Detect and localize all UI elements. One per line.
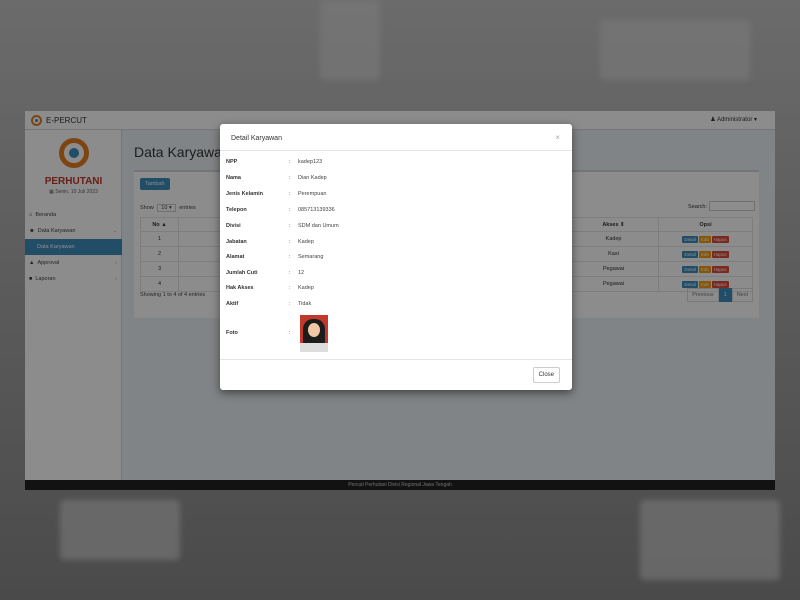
detail-value: Kadep [298, 239, 314, 245]
detail-key: Divisi [226, 223, 241, 229]
background-blob [600, 20, 750, 80]
detail-colon: : [289, 254, 291, 260]
detail-colon: : [289, 207, 291, 213]
modal-footer: Close [220, 359, 572, 390]
detail-value: SDM dan Umum [298, 223, 339, 229]
detail-colon: : [289, 285, 291, 291]
photo-body-shape [300, 343, 328, 352]
detail-row: Telepon: 085713139336 [226, 204, 556, 216]
detail-colon: : [289, 159, 291, 165]
close-button[interactable]: Close [532, 367, 560, 383]
detail-key: Telepon [226, 207, 247, 213]
detail-value: Semarang [298, 254, 324, 260]
detail-key: Jumlah Cuti [226, 270, 258, 276]
detail-colon: : [289, 223, 291, 229]
detail-colon: : [289, 175, 291, 181]
detail-key: NPP [226, 159, 238, 165]
detail-row: Alamat: Semarang [226, 251, 556, 263]
detail-value: 085713139336 [298, 207, 335, 213]
detail-row: Jenis Kelamin: Perempuan [226, 188, 556, 200]
detail-key: Alamat [226, 254, 245, 260]
detail-row: Hak Akses: Kadep [226, 282, 556, 294]
background-blob [640, 500, 780, 580]
photo-face-shape [308, 323, 320, 337]
detail-key: Aktif [226, 301, 239, 307]
detail-karyawan-modal: Detail Karyawan × NPP: kadep123 Nama: Dian … [220, 124, 572, 390]
detail-key: Foto [226, 330, 238, 336]
detail-colon: : [289, 270, 291, 276]
detail-colon: : [289, 191, 291, 197]
detail-value: kadep123 [298, 159, 323, 165]
detail-value: Perempuan [298, 191, 327, 197]
detail-row: Divisi: SDM dan Umum [226, 220, 556, 232]
detail-row-foto: Foto : [226, 327, 556, 339]
detail-row: Jabatan: Kadep [226, 236, 556, 248]
detail-row: Jumlah Cuti: 12 [226, 267, 556, 279]
detail-value: Tidak [298, 301, 312, 307]
detail-colon: : [289, 301, 291, 307]
background-blob [60, 500, 180, 560]
detail-key: Hak Akses [226, 285, 254, 291]
detail-row: NPP: kadep123 [226, 156, 556, 168]
detail-key: Jenis Kelamin [226, 191, 263, 197]
detail-key: Jabatan [226, 239, 247, 245]
detail-row: Aktif: Tidak [226, 298, 556, 310]
employee-photo [300, 315, 328, 352]
detail-value: Kadep [298, 285, 314, 291]
detail-value: 12 [298, 270, 305, 276]
detail-key: Nama [226, 175, 241, 181]
background-blob [320, 0, 380, 80]
modal-header: Detail Karyawan × [220, 124, 572, 151]
detail-value: Dian Kadep [298, 175, 327, 181]
detail-row: Nama: Dian Kadep [226, 172, 556, 184]
close-icon[interactable]: × [555, 133, 560, 142]
detail-colon: : [289, 239, 291, 245]
modal-title: Detail Karyawan [231, 135, 282, 142]
detail-colon: : [289, 330, 291, 336]
